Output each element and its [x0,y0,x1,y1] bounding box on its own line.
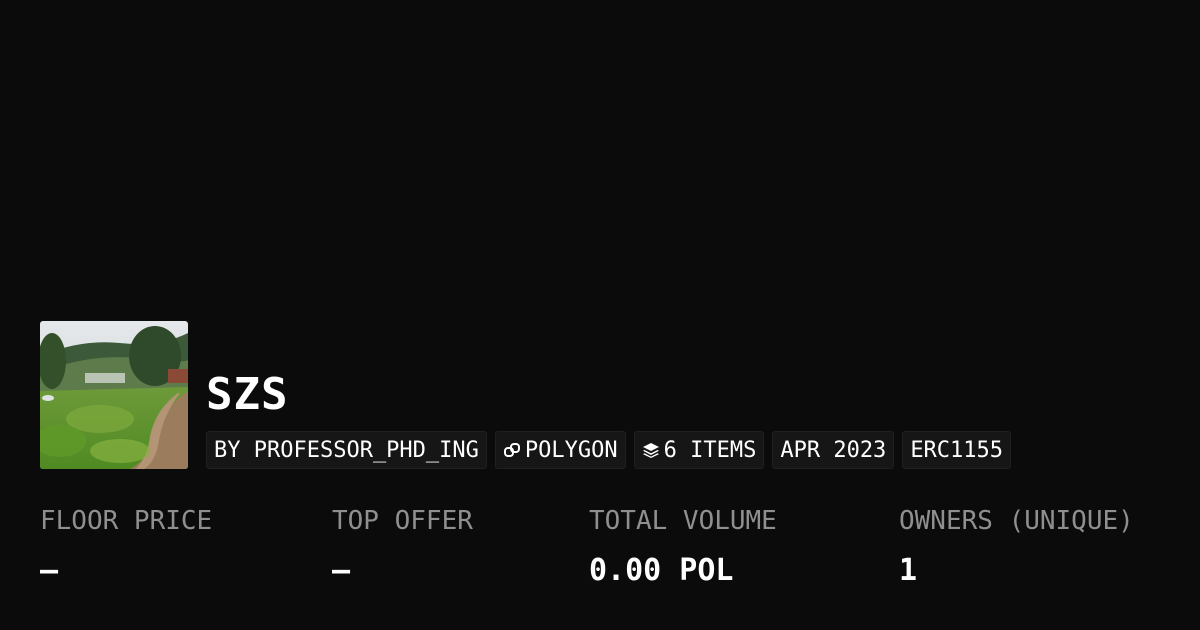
collection-thumbnail[interactable] [40,321,188,469]
creator-label: BY PROFESSOR_PHD_ING [214,437,479,463]
stat-label: OWNERS (UNIQUE) [899,506,1134,536]
stat-label: TOP OFFER [332,506,473,536]
stat-value: 0.00 POL [589,553,734,588]
title-block: SZS BY PROFESSOR_PHD_ING POLYGON 6 ITEMS… [206,369,1012,469]
stat-owners: OWNERS (UNIQUE) 1 [899,503,1134,589]
stat-label: TOTAL VOLUME [589,506,777,536]
items-label: 6 ITEMS [663,437,757,463]
stat-value: — [40,553,59,588]
collection-meta-chips: BY PROFESSOR_PHD_ING POLYGON 6 ITEMS APR… [206,431,1012,469]
items-chip[interactable]: 6 ITEMS [633,431,765,469]
stat-total-volume: TOTAL VOLUME 0.00 POL [589,503,777,589]
stat-value: — [332,553,351,588]
date-chip: APR 2023 [772,431,895,469]
creator-chip[interactable]: BY PROFESSOR_PHD_ING [206,431,487,469]
stat-value: 1 [899,553,918,588]
chain-chip[interactable]: POLYGON [494,431,626,469]
stat-top-offer: TOP OFFER — [332,503,473,589]
collection-title: SZS [206,369,289,420]
stat-label: FLOOR PRICE [40,506,213,536]
layers-icon [642,441,660,459]
stat-floor-price: FLOOR PRICE — [40,503,212,589]
standard-chip: ERC1155 [902,431,1012,469]
landscape-image [40,321,188,469]
collection-header: SZS BY PROFESSOR_PHD_ING POLYGON 6 ITEMS… [40,321,1012,469]
standard-label: ERC1155 [910,437,1004,463]
polygon-link-icon [503,441,521,459]
chain-label: POLYGON [524,437,618,463]
collection-stats: FLOOR PRICE — TOP OFFER — TOTAL VOLUME 0… [0,503,1200,603]
date-label: APR 2023 [780,437,887,463]
